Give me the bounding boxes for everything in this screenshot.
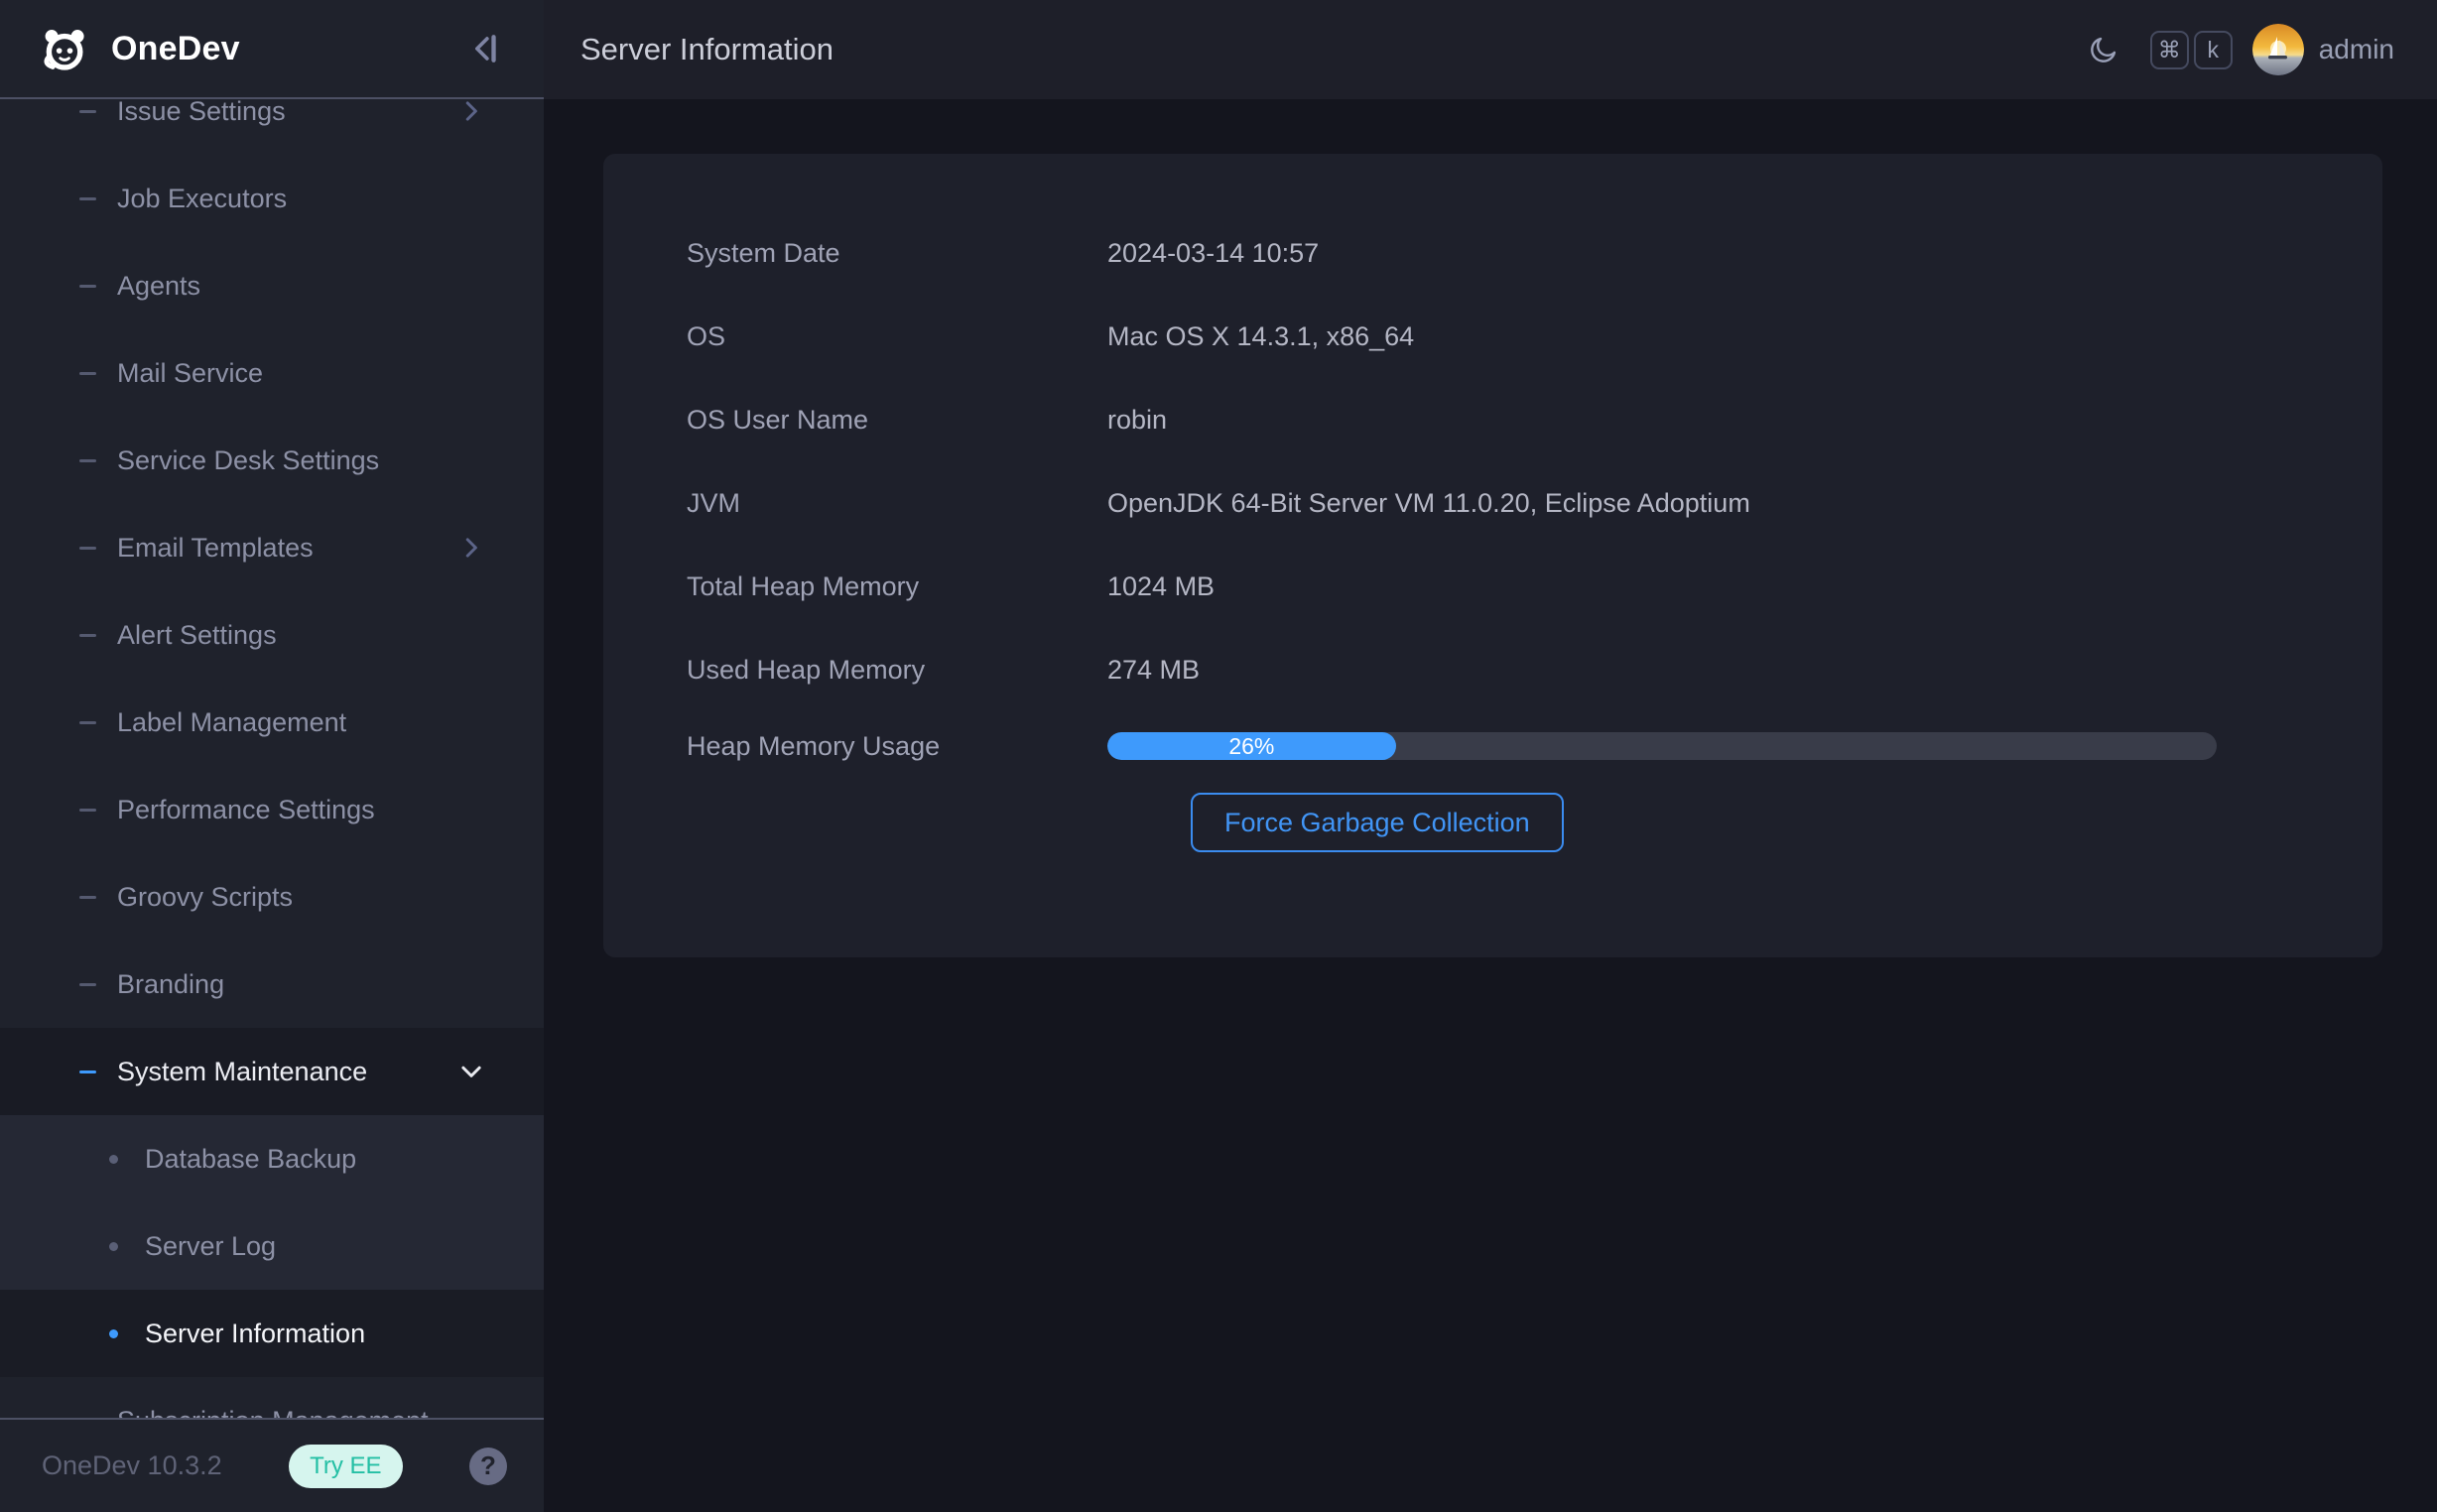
info-row: Total Heap Memory 1024 MB bbox=[603, 545, 2382, 628]
sidebar: OneDev Issue Settings Job Executors Agen… bbox=[0, 0, 544, 1512]
sidebar-item-job-executors[interactable]: Job Executors bbox=[0, 155, 544, 242]
user-name[interactable]: admin bbox=[2319, 34, 2394, 65]
sidebar-item-label: Server Information bbox=[145, 1319, 365, 1349]
sidebar-item-label: Database Backup bbox=[145, 1144, 356, 1175]
info-label: JVM bbox=[603, 488, 1107, 519]
sidebar-item-email-templates[interactable]: Email Templates bbox=[0, 504, 544, 591]
nav-bullet-icon bbox=[79, 1071, 96, 1073]
sidebar-item-label: Server Log bbox=[145, 1231, 276, 1262]
nav-bullet-icon bbox=[79, 721, 96, 724]
sidebar-footer: OneDev 10.3.2 Try EE ? bbox=[0, 1418, 544, 1512]
sidebar-item-subscription-management[interactable]: Subscription Management bbox=[0, 1377, 544, 1418]
sidebar-item-branding[interactable]: Branding bbox=[0, 941, 544, 1028]
sidebar-item-label: Email Templates bbox=[117, 533, 314, 564]
chevron-icon bbox=[456, 99, 486, 126]
sidebar-item-performance-settings[interactable]: Performance Settings bbox=[0, 766, 544, 853]
nav-bullet-icon bbox=[79, 983, 96, 986]
info-label: Used Heap Memory bbox=[603, 655, 1107, 686]
force-garbage-collection-button[interactable]: Force Garbage Collection bbox=[1191, 793, 1564, 852]
heap-usage-progress-fill: 26% bbox=[1107, 732, 1396, 760]
nav-bullet-icon bbox=[79, 197, 96, 200]
nav-bullet-icon bbox=[109, 1242, 118, 1251]
info-label: OS bbox=[603, 321, 1107, 352]
sidebar-header: OneDev bbox=[0, 0, 544, 99]
sidebar-item-mail-service[interactable]: Mail Service bbox=[0, 329, 544, 417]
main-header: Server Information ⌘ k bbox=[544, 0, 2437, 99]
info-value: 274 MB bbox=[1107, 655, 1200, 686]
sidebar-menu: Issue Settings Job Executors Agents Mail… bbox=[0, 99, 544, 1418]
heap-usage-progressbar: 26% bbox=[1107, 732, 2217, 760]
chevron-icon bbox=[456, 533, 486, 563]
sidebar-item-label: Groovy Scripts bbox=[117, 882, 293, 913]
sidebar-item-label: Service Desk Settings bbox=[117, 445, 379, 476]
version-label: OneDev 10.3.2 bbox=[42, 1450, 222, 1481]
sidebar-item-label: Performance Settings bbox=[117, 795, 375, 825]
sidebar-item-label: Branding bbox=[117, 969, 224, 1000]
info-value: robin bbox=[1107, 405, 1167, 436]
user-avatar[interactable] bbox=[2252, 24, 2304, 75]
info-row: OS User Name robin bbox=[603, 378, 2382, 461]
server-info-card: System Date 2024-03-14 10:57 OS Mac OS X… bbox=[603, 154, 2382, 957]
nav-bullet-icon bbox=[79, 110, 96, 113]
info-label: System Date bbox=[603, 238, 1107, 269]
sidebar-item-system-maintenance[interactable]: System Maintenance bbox=[0, 1028, 544, 1115]
nav-bullet-icon bbox=[79, 809, 96, 812]
info-row: JVM OpenJDK 64-Bit Server VM 11.0.20, Ec… bbox=[603, 461, 2382, 545]
nav-bullet-icon bbox=[79, 634, 96, 637]
sidebar-item-label: Subscription Management bbox=[117, 1406, 429, 1419]
sidebar-item-groovy-scripts[interactable]: Groovy Scripts bbox=[0, 853, 544, 941]
main-area: Server Information ⌘ k bbox=[544, 0, 2437, 1512]
sidebar-item-label: Alert Settings bbox=[117, 620, 277, 651]
info-row: System Date 2024-03-14 10:57 bbox=[603, 211, 2382, 295]
nav-bullet-icon bbox=[109, 1155, 118, 1164]
nav-bullet-icon bbox=[79, 547, 96, 550]
onedev-admin-screen: OneDev Issue Settings Job Executors Agen… bbox=[0, 0, 2437, 1512]
sidebar-item-database-backup[interactable]: Database Backup bbox=[0, 1115, 544, 1202]
nav-bullet-icon bbox=[79, 459, 96, 462]
info-label: Total Heap Memory bbox=[603, 571, 1107, 602]
collapse-sidebar-icon[interactable] bbox=[464, 27, 508, 70]
info-row: OS Mac OS X 14.3.1, x86_64 bbox=[603, 295, 2382, 378]
heap-usage-percent: 26% bbox=[1228, 733, 1274, 760]
content: System Date 2024-03-14 10:57 OS Mac OS X… bbox=[544, 99, 2437, 1512]
dark-mode-moon-icon[interactable] bbox=[2087, 33, 2120, 66]
nav-bullet-icon bbox=[79, 896, 96, 899]
info-rows: System Date 2024-03-14 10:57 OS Mac OS X… bbox=[603, 211, 2382, 711]
sidebar-item-label: Mail Service bbox=[117, 358, 263, 389]
header-actions: ⌘ k bbox=[2087, 24, 2394, 75]
sidebar-item-label: System Maintenance bbox=[117, 1057, 367, 1087]
help-icon[interactable]: ? bbox=[469, 1448, 507, 1485]
sidebar-item-label: Agents bbox=[117, 271, 200, 302]
sidebar-item-label: Issue Settings bbox=[117, 99, 286, 127]
try-ee-badge[interactable]: Try EE bbox=[289, 1445, 402, 1488]
shortcut-k-key: k bbox=[2194, 31, 2233, 69]
brand-name: OneDev bbox=[111, 30, 240, 68]
info-row: Used Heap Memory 274 MB bbox=[603, 628, 2382, 711]
nav-bullet-icon bbox=[79, 372, 96, 375]
heap-usage-row: Heap Memory Usage 26% bbox=[603, 711, 2382, 781]
nav-bullet-icon bbox=[109, 1329, 118, 1338]
gc-button-row: Force Garbage Collection bbox=[1191, 793, 2382, 852]
info-value: 1024 MB bbox=[1107, 571, 1215, 602]
sidebar-item-server-log[interactable]: Server Log bbox=[0, 1202, 544, 1290]
chevron-icon bbox=[456, 1057, 486, 1086]
clipped-sidebar-item-strip: Subscription Management bbox=[0, 1377, 544, 1418]
info-value: OpenJDK 64-Bit Server VM 11.0.20, Eclips… bbox=[1107, 488, 1750, 519]
heap-usage-label: Heap Memory Usage bbox=[603, 731, 1107, 762]
page-title: Server Information bbox=[580, 32, 834, 67]
sidebar-item-label: Label Management bbox=[117, 707, 346, 738]
sidebar-item-service-desk-settings[interactable]: Service Desk Settings bbox=[0, 417, 544, 504]
info-label: OS User Name bbox=[603, 405, 1107, 436]
shortcut-cmd-key: ⌘ bbox=[2150, 31, 2189, 69]
sidebar-item-label-management[interactable]: Label Management bbox=[0, 679, 544, 766]
onedev-panda-logo-icon bbox=[38, 23, 89, 74]
info-value: 2024-03-14 10:57 bbox=[1107, 238, 1319, 269]
sidebar-item-alert-settings[interactable]: Alert Settings bbox=[0, 591, 544, 679]
nav-bullet-icon bbox=[79, 285, 96, 288]
sidebar-item-server-information[interactable]: Server Information bbox=[0, 1290, 544, 1377]
sidebar-item-label: Job Executors bbox=[117, 184, 287, 214]
sidebar-item-issue-settings[interactable]: Issue Settings bbox=[0, 99, 544, 155]
info-value: Mac OS X 14.3.1, x86_64 bbox=[1107, 321, 1414, 352]
sidebar-item-agents[interactable]: Agents bbox=[0, 242, 544, 329]
